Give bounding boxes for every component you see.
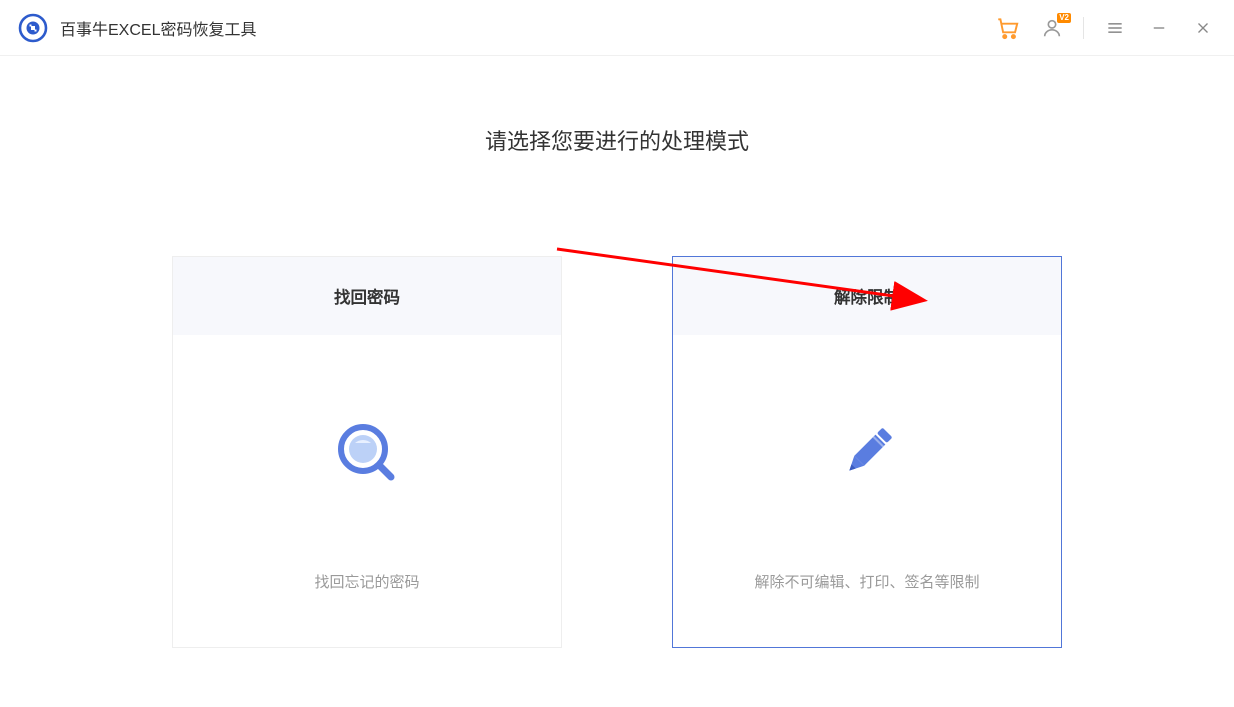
divider — [1083, 17, 1084, 39]
card-body: 找回忘记的密码 — [173, 335, 561, 647]
mode-card-recover-password[interactable]: 找回密码 找回忘记的密码 — [172, 256, 562, 648]
user-icon[interactable]: V2 — [1039, 15, 1065, 41]
titlebar: 百事牛EXCEL密码恢复工具 V2 — [0, 0, 1234, 56]
app-title: 百事牛EXCEL密码恢复工具 — [60, 16, 256, 40]
cart-icon[interactable] — [995, 15, 1021, 41]
minimize-icon[interactable] — [1146, 15, 1172, 41]
card-description: 解除不可编辑、打印、签名等限制 — [754, 571, 979, 592]
app-logo-icon — [18, 13, 48, 43]
card-description: 找回忘记的密码 — [314, 571, 419, 592]
page-heading: 请选择您要进行的处理模式 — [485, 124, 749, 156]
card-body: 解除不可编辑、打印、签名等限制 — [673, 335, 1061, 647]
titlebar-right: V2 — [995, 15, 1216, 41]
main-content: 请选择您要进行的处理模式 找回密码 找回忘记的密码 解除限制 — [0, 56, 1234, 648]
card-title: 找回密码 — [173, 257, 561, 335]
menu-icon[interactable] — [1102, 15, 1128, 41]
user-badge: V2 — [1057, 13, 1071, 23]
cards-row: 找回密码 找回忘记的密码 解除限制 — [172, 256, 1062, 648]
titlebar-left: 百事牛EXCEL密码恢复工具 — [18, 13, 256, 43]
pencil-icon — [832, 335, 902, 571]
close-icon[interactable] — [1190, 15, 1216, 41]
card-title: 解除限制 — [673, 257, 1061, 335]
magnifier-icon — [331, 335, 403, 571]
mode-card-remove-restriction[interactable]: 解除限制 解除不可编辑、打印、签名等限制 — [672, 256, 1062, 648]
